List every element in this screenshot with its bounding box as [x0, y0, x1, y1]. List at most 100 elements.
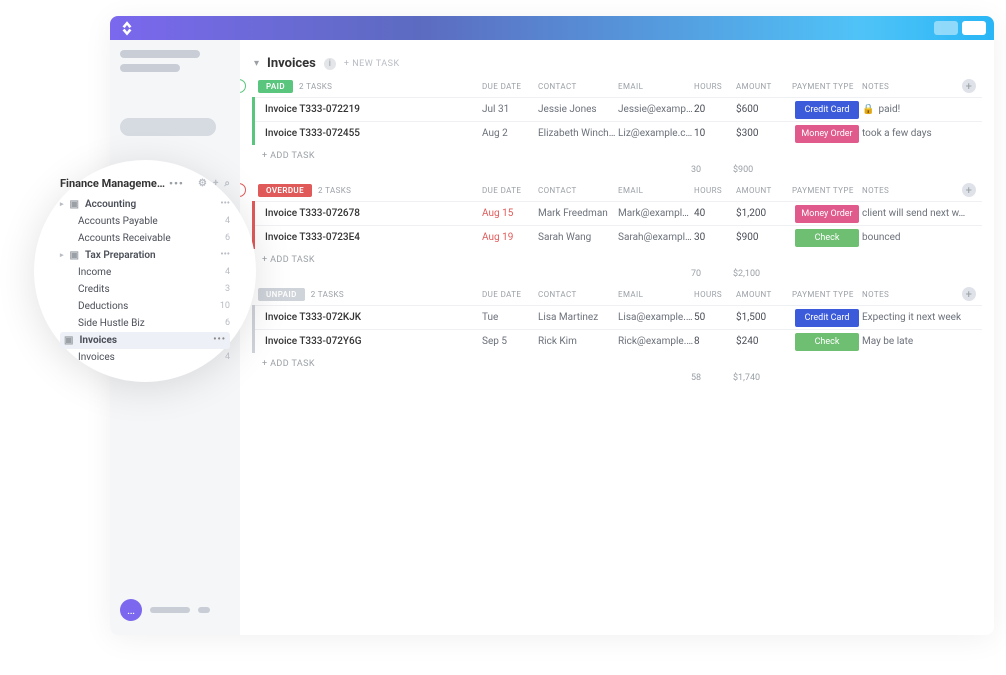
invoice-name[interactable]: Invoice T333-072219 [255, 104, 482, 115]
amount-value[interactable]: $900 [736, 232, 792, 243]
status-circle-icon[interactable] [240, 183, 246, 197]
add-icon[interactable]: + [213, 178, 218, 189]
payment-badge[interactable]: Money Order [795, 205, 859, 223]
add-task-button[interactable]: + ADD TASK [252, 145, 982, 161]
folder-item[interactable]: ▸▣Tax Preparation••• [60, 247, 230, 264]
contact-name[interactable]: Lisa Martinez [538, 312, 618, 323]
status-pill[interactable]: PAID [258, 80, 293, 93]
list-item-count: 6 [225, 318, 230, 328]
add-column-icon[interactable]: + [962, 183, 976, 197]
add-task-button[interactable]: + ADD TASK [252, 353, 982, 369]
table-row[interactable]: Invoice T333-072455 Aug 2 Elizabeth Winc… [255, 121, 982, 145]
notes-cell[interactable]: client will send next w… [862, 208, 982, 219]
notes-cell[interactable]: took a few days [862, 128, 982, 139]
task-group: PAID 2 TASKS DUE DATE CONTACT EMAIL HOUR… [252, 79, 982, 175]
notes-cell[interactable]: May be late [862, 336, 982, 347]
search-icon[interactable]: ⌕ [224, 178, 230, 189]
amount-value[interactable]: $240 [736, 336, 792, 347]
list-item[interactable]: Side Hustle Biz6 [60, 315, 230, 332]
notes-cell[interactable]: 🔒paid! [862, 104, 982, 115]
col-notes: NOTES [862, 290, 962, 299]
list-item-count: 10 [220, 301, 230, 311]
list-item[interactable]: Credits3 [60, 281, 230, 298]
table-row[interactable]: Invoice T333-072219 Jul 31 Jessie Jones … [255, 97, 982, 121]
new-task-button[interactable]: + NEW TASK [344, 59, 400, 69]
more-icon[interactable]: ••• [220, 250, 230, 260]
contact-name[interactable]: Mark Freedman [538, 208, 618, 219]
add-column-icon[interactable]: + [962, 287, 976, 301]
settings-icon[interactable]: ⚙ [198, 178, 207, 189]
amount-value[interactable]: $600 [736, 104, 792, 115]
contact-name[interactable]: Jessie Jones [538, 104, 618, 115]
list-item[interactable]: Income4 [60, 264, 230, 281]
folder-item[interactable]: ▸▣Accounting••• [60, 196, 230, 213]
amount-value[interactable]: $1,500 [736, 312, 792, 323]
table-row[interactable]: Invoice T333-0723E4 Aug 19 Sarah Wang Sa… [255, 225, 982, 249]
window-control-a[interactable] [934, 21, 958, 35]
notes-cell[interactable]: bounced [862, 232, 982, 243]
hours-value[interactable]: 20 [694, 104, 736, 115]
due-date[interactable]: Tue [482, 312, 538, 323]
due-date[interactable]: Jul 31 [482, 104, 538, 115]
hours-value[interactable]: 40 [694, 208, 736, 219]
window-control-b[interactable] [962, 21, 986, 35]
due-date[interactable]: Aug 15 [482, 208, 538, 219]
app-window: … ▾ Invoices i + NEW TASK PAID 2 TASKS D… [110, 16, 994, 635]
more-icon[interactable]: ••• [169, 177, 184, 190]
status-pill[interactable]: OVERDUE [258, 184, 312, 197]
table-row[interactable]: Invoice T333-072Y6G Sep 5 Rick Kim Rick@… [255, 329, 982, 353]
payment-badge[interactable]: Money Order [795, 125, 859, 143]
amount-value[interactable]: $1,200 [736, 208, 792, 219]
add-task-button[interactable]: + ADD TASK [252, 249, 982, 265]
info-icon[interactable]: i [324, 58, 336, 70]
hours-value[interactable]: 10 [694, 128, 736, 139]
notes-cell[interactable]: Expecting it next week [862, 312, 982, 323]
amount-value[interactable]: $300 [736, 128, 792, 139]
invoice-name[interactable]: Invoice T333-072455 [255, 128, 482, 139]
contact-email[interactable]: Mark@example.com [618, 208, 694, 219]
add-column-icon[interactable]: + [962, 79, 976, 93]
contact-email[interactable]: Jessie@example.com [618, 104, 694, 115]
payment-badge[interactable]: Credit Card [795, 101, 859, 119]
contact-email[interactable]: Lisa@example.com [618, 312, 694, 323]
payment-badge[interactable]: Check [795, 333, 859, 351]
invoice-name[interactable]: Invoice T333-072Y6G [255, 336, 482, 347]
col-due: DUE DATE [482, 290, 538, 299]
contact-email[interactable]: Rick@example.com [618, 336, 694, 347]
contact-email[interactable]: Liz@example.com [618, 128, 694, 139]
hours-value[interactable]: 30 [694, 232, 736, 243]
due-date[interactable]: Aug 2 [482, 128, 538, 139]
app-logo-icon [118, 19, 136, 37]
due-date[interactable]: Sep 5 [482, 336, 538, 347]
payment-badge[interactable]: Check [795, 229, 859, 247]
contact-email[interactable]: Sarah@example.com [618, 232, 694, 243]
list-item[interactable]: Accounts Receivable6 [60, 230, 230, 247]
more-icon[interactable]: ••• [220, 199, 230, 209]
invoice-name[interactable]: Invoice T333-072678 [255, 208, 482, 219]
contact-name[interactable]: Elizabeth Wincheste [538, 128, 618, 139]
folder-item-active[interactable]: ▣Invoices••• [60, 332, 230, 349]
list-item[interactable]: Accounts Payable4 [60, 213, 230, 230]
search-input-placeholder[interactable] [120, 118, 216, 136]
invoice-name[interactable]: Invoice T333-072KJK [255, 312, 482, 323]
col-contact: CONTACT [538, 82, 618, 91]
more-icon[interactable]: ••• [213, 335, 226, 345]
hours-value[interactable]: 8 [694, 336, 736, 347]
task-count: 2 TASKS [318, 186, 351, 195]
payment-badge[interactable]: Credit Card [795, 309, 859, 327]
due-date[interactable]: Aug 19 [482, 232, 538, 243]
invoice-name[interactable]: Invoice T333-0723E4 [255, 232, 482, 243]
space-title[interactable]: Finance Manageme… [60, 177, 165, 190]
table-row[interactable]: Invoice T333-072678 Aug 15 Mark Freedman… [255, 201, 982, 225]
chat-launcher[interactable]: … [120, 599, 230, 621]
col-due: DUE DATE [482, 82, 538, 91]
list-item[interactable]: Deductions10 [60, 298, 230, 315]
status-pill[interactable]: UNPAID [258, 288, 305, 301]
collapse-icon[interactable]: ▾ [254, 58, 259, 69]
list-item[interactable]: Invoices4 [60, 349, 230, 366]
contact-name[interactable]: Sarah Wang [538, 232, 618, 243]
status-circle-icon[interactable] [240, 79, 246, 93]
table-row[interactable]: Invoice T333-072KJK Tue Lisa Martinez Li… [255, 305, 982, 329]
contact-name[interactable]: Rick Kim [538, 336, 618, 347]
hours-value[interactable]: 50 [694, 312, 736, 323]
